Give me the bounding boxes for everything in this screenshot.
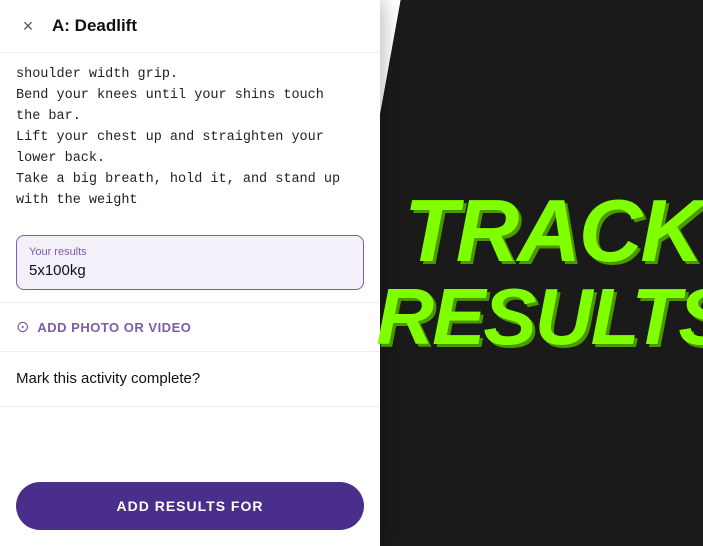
results-label-large: RESULTS: [376, 279, 703, 355]
add-media-button[interactable]: ⊙ ADD PHOTO OR VIDEO: [0, 302, 380, 352]
add-media-label: ADD PHOTO OR VIDEO: [37, 320, 191, 335]
results-label: Your results: [29, 246, 351, 258]
instructions-section: shoulder width grip. Bend your knees unt…: [0, 53, 380, 223]
phone-screen: × A: Deadlift shoulder width grip. Bend …: [0, 0, 380, 546]
mark-complete-text: Mark this activity complete?: [16, 370, 200, 387]
track-results-panel: TRACK RESULTS: [343, 0, 703, 546]
header: × A: Deadlift: [0, 0, 380, 53]
results-value: 5x100kg: [29, 262, 351, 279]
mark-complete-section: Mark this activity complete?: [0, 352, 380, 407]
header-title: A: Deadlift: [52, 16, 137, 36]
track-label: TRACK: [404, 191, 702, 270]
close-button[interactable]: ×: [16, 14, 40, 38]
camera-icon: ⊙: [16, 317, 29, 337]
add-results-button[interactable]: ADD RESULTS FOR: [16, 482, 364, 530]
instructions-text: shoulder width grip. Bend your knees unt…: [16, 65, 364, 211]
results-input-section[interactable]: Your results 5x100kg: [16, 235, 364, 290]
